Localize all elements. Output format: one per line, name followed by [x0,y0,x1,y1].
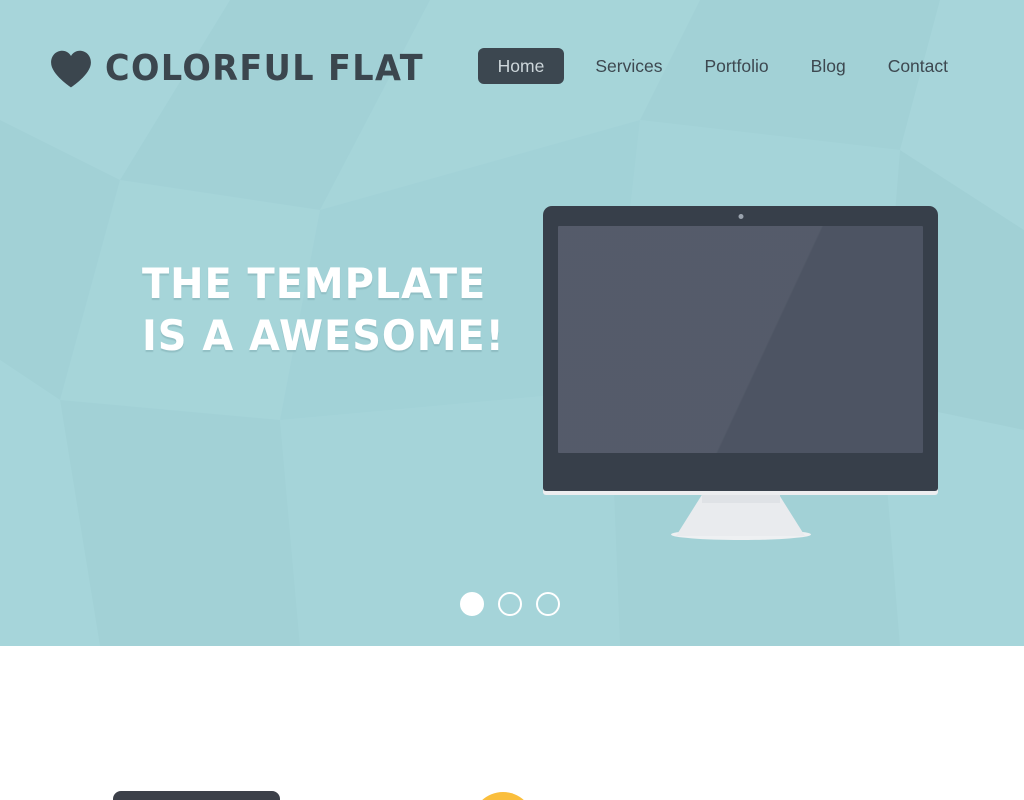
monitor-screen-glare [558,226,923,453]
main-navigation: Home Services Portfolio Blog Contact [477,48,969,84]
site-header: COLORFUL FLAT Home Services Portfolio Bl… [0,0,1024,132]
nav-item-blog[interactable]: Blog [790,48,867,84]
hero-headline-line-1: THE TEMPLATE [142,259,487,308]
monitor-stand-neck-top [702,495,780,503]
nav-item-home[interactable]: Home [477,48,565,84]
slider-dot-2[interactable] [498,592,522,616]
slider-dot-3[interactable] [536,592,560,616]
slider-dot-1[interactable] [460,592,484,616]
monitor-screen [558,226,923,453]
feature-circle-yellow[interactable] [472,792,534,800]
monitor-camera-icon [738,214,743,219]
hero-headline-line-2: IS A AWESOME! [142,311,505,360]
features-section [0,646,1024,800]
heart-icon [51,50,91,88]
site-logo[interactable]: COLORFUL FLAT [50,50,448,88]
logo-text: COLORFUL FLAT [105,48,424,89]
hero-section: COLORFUL FLAT Home Services Portfolio Bl… [0,0,1024,646]
nav-item-contact[interactable]: Contact [867,48,969,84]
nav-item-portfolio[interactable]: Portfolio [683,48,789,84]
hero-headline: THE TEMPLATE IS A AWESOME! [142,258,524,362]
nav-item-services[interactable]: Services [574,48,683,84]
imac-monitor-illustration [543,206,938,540]
feature-card-dark[interactable] [113,791,280,800]
slider-pagination [460,592,560,616]
monitor-bezel [543,206,938,491]
